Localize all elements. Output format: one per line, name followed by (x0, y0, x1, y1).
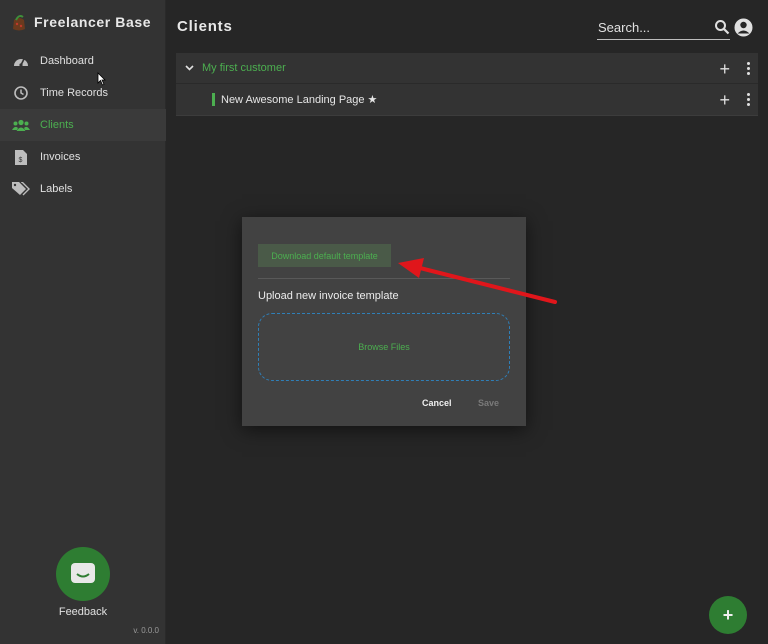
client-name[interactable]: My first customer (202, 62, 286, 74)
sidebar-item-invoices[interactable]: $ Invoices (0, 141, 166, 173)
sidebar-item-time-records[interactable]: Time Records (0, 77, 166, 109)
dashboard-gauge-icon (12, 52, 30, 70)
sidebar-nav: Dashboard Time Records Clients $ Invoice… (0, 45, 166, 205)
annotation-arrow (398, 258, 557, 304)
client-list: My first customer + New Awesome Landing … (176, 53, 758, 116)
more-vert-icon[interactable] (746, 62, 750, 75)
chevron-down-icon[interactable] (185, 65, 194, 71)
users-icon (12, 116, 30, 134)
sidebar-item-label: Clients (40, 119, 74, 131)
sidebar-item-label: Dashboard (40, 55, 94, 67)
project-color-bar (212, 93, 215, 106)
sidebar-item-label: Time Records (40, 87, 109, 99)
brand[interactable]: Freelancer Base (10, 12, 151, 32)
search-icon[interactable] (714, 19, 730, 35)
search-bar (597, 16, 730, 40)
upload-template-label: Upload new invoice template (258, 290, 399, 302)
feedback-button[interactable] (56, 547, 110, 601)
feedback-label: Feedback (58, 606, 108, 618)
invoice-template-dialog: Download default template Upload new inv… (242, 217, 526, 426)
version-label: v. 0.0.0 (133, 626, 159, 635)
add-client-fab[interactable]: + (709, 596, 747, 634)
project-row[interactable]: New Awesome Landing Page ★ + (176, 84, 758, 116)
project-row-actions: + (719, 84, 750, 115)
cancel-button[interactable]: Cancel (422, 398, 452, 408)
sidebar-item-labels[interactable]: Labels (0, 173, 166, 205)
page-title: Clients (177, 18, 233, 35)
tags-icon (12, 180, 30, 198)
file-dropzone[interactable]: Browse Files (258, 313, 510, 381)
more-vert-icon[interactable] (746, 93, 750, 106)
app-root: Freelancer Base Dashboard Time Records C… (0, 0, 768, 644)
sidebar-item-dashboard[interactable]: Dashboard (0, 45, 166, 77)
mouse-cursor-icon (97, 72, 106, 86)
logo-icon (13, 15, 25, 31)
account-circle-icon[interactable] (734, 18, 753, 37)
client-row-actions: + (719, 53, 750, 84)
search-input[interactable] (597, 16, 709, 38)
download-template-button[interactable]: Download default template (258, 244, 391, 267)
add-project-button[interactable]: + (719, 60, 730, 78)
project-name[interactable]: New Awesome Landing Page ★ (221, 93, 377, 106)
sidebar-item-clients[interactable]: Clients (0, 109, 166, 141)
svg-text:$: $ (19, 157, 23, 164)
save-button[interactable]: Save (478, 398, 499, 408)
clock-icon (12, 84, 30, 102)
add-time-record-button[interactable]: + (719, 91, 730, 109)
client-row[interactable]: My first customer + (176, 53, 758, 84)
sidebar-item-label: Invoices (40, 151, 81, 163)
browse-files-label[interactable]: Browse Files (358, 342, 410, 352)
invoice-icon: $ (12, 148, 30, 166)
sidebar: Freelancer Base Dashboard Time Records C… (0, 0, 166, 644)
app-title: Freelancer Base (34, 14, 152, 30)
sidebar-item-label: Labels (40, 183, 73, 195)
chat-icon (71, 563, 95, 583)
